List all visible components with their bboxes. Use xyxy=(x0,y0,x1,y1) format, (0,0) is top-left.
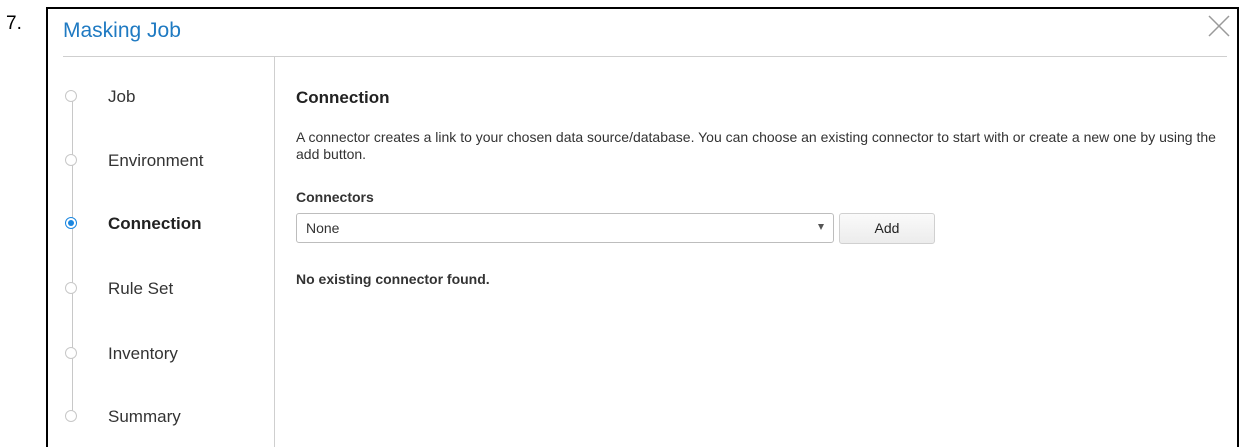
chevron-down-icon xyxy=(818,224,824,230)
section-description: A connector creates a link to your chose… xyxy=(296,129,1216,162)
step-summary[interactable]: Summary xyxy=(48,402,274,432)
step-indicator-icon xyxy=(65,154,77,166)
empty-connectors-message: No existing connector found. xyxy=(296,271,490,287)
connectors-select-value: None xyxy=(306,220,340,236)
step-indicator-active-icon xyxy=(65,217,77,229)
dialog-title: Masking Job xyxy=(63,19,181,42)
step-inventory[interactable]: Inventory xyxy=(48,339,274,369)
step-indicator-icon xyxy=(65,410,77,422)
step-indicator-icon xyxy=(65,282,77,294)
section-title: Connection xyxy=(296,88,390,107)
step-label: Inventory xyxy=(108,344,178,363)
connectors-label: Connectors xyxy=(296,189,374,205)
connectors-select[interactable]: None xyxy=(296,213,834,243)
dialog-header: Masking Job xyxy=(48,9,1237,57)
step-indicator-icon xyxy=(65,90,77,102)
step-environment[interactable]: Environment xyxy=(48,146,274,176)
step-label: Rule Set xyxy=(108,279,174,298)
masking-job-dialog: Masking Job Job Environment Connection R… xyxy=(46,7,1239,447)
step-job[interactable]: Job xyxy=(48,82,274,112)
close-icon[interactable] xyxy=(1207,14,1231,38)
add-connector-button[interactable]: Add xyxy=(839,213,935,244)
step-rule-set[interactable]: Rule Set xyxy=(48,274,274,304)
step-number: 7. xyxy=(6,13,22,34)
wizard-steps-sidebar: Job Environment Connection Rule Set Inve… xyxy=(48,57,275,447)
connection-panel: Connection A connector creates a link to… xyxy=(296,57,1227,447)
step-label: Environment xyxy=(108,151,204,170)
step-label: Summary xyxy=(108,407,181,426)
step-label: Connection xyxy=(108,214,202,233)
step-connection[interactable]: Connection xyxy=(48,209,274,239)
step-indicator-icon xyxy=(65,347,77,359)
step-label: Job xyxy=(108,87,136,106)
